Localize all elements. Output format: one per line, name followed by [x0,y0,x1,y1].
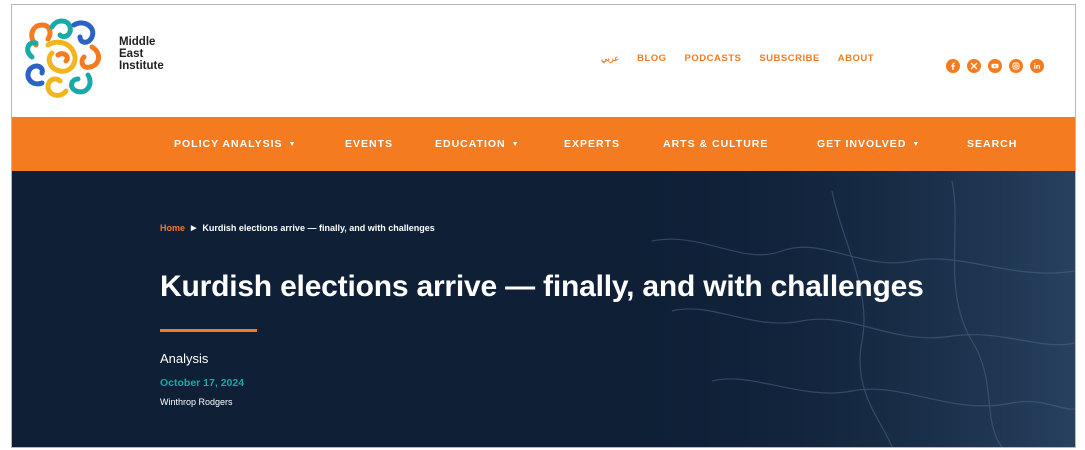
site-name-line-1: Middle [119,36,156,48]
chevron-right-icon: ▶ [191,225,197,232]
youtube-icon[interactable] [988,59,1002,73]
facebook-icon[interactable] [946,59,960,73]
nav-arts-culture[interactable]: ARTS & CULTURE [663,117,768,171]
mei-logo-icon[interactable] [22,15,104,99]
site-header: Middle East Institute عربي BLOG PODCASTS… [12,5,1075,117]
social-links [946,59,1051,73]
main-nav: POLICY ANALYSIS ▼ EVENTS EDUCATION ▼ EXP… [12,117,1075,171]
page-title: Kurdish elections arrive — finally, and … [160,270,924,303]
article-hero: Home ▶ Kurdish elections arrive — finall… [12,171,1075,447]
utility-link-subscribe[interactable]: SUBSCRIBE [759,53,819,64]
chevron-down-icon: ▼ [511,140,520,148]
site-name-line-2: East [119,48,144,60]
nav-search[interactable]: SEARCH [967,117,1017,171]
instagram-icon[interactable] [1009,59,1023,73]
nav-label: EDUCATION [435,138,506,150]
nav-label: EVENTS [345,138,394,150]
article-type: Analysis [160,351,209,366]
publish-date: October 17, 2024 [160,377,245,389]
chevron-down-icon: ▼ [288,140,297,148]
title-underline [160,329,257,332]
site-name-line-3: Institute [119,60,164,72]
utility-nav: عربي BLOG PODCASTS SUBSCRIBE ABOUT [601,53,892,64]
utility-link-blog[interactable]: BLOG [637,53,666,64]
nav-education[interactable]: EDUCATION ▼ [435,117,520,171]
breadcrumb: Home ▶ Kurdish elections arrive — finall… [160,223,435,233]
nav-events[interactable]: EVENTS [345,117,393,171]
nav-label: GET INVOLVED [817,138,907,150]
nav-experts[interactable]: EXPERTS [564,117,620,171]
x-icon[interactable] [967,59,981,73]
chevron-down-icon: ▼ [912,140,921,148]
nav-label: POLICY ANALYSIS [174,138,283,150]
browser-page: Middle East Institute عربي BLOG PODCASTS… [11,4,1076,448]
nav-label: EXPERTS [564,138,621,150]
utility-link-podcasts[interactable]: PODCASTS [685,53,742,64]
nav-get-involved[interactable]: GET INVOLVED ▼ [817,117,920,171]
utility-link-arabic[interactable]: عربي [601,54,619,63]
utility-link-about[interactable]: ABOUT [838,53,874,64]
linkedin-icon[interactable] [1030,59,1044,73]
breadcrumb-home-link[interactable]: Home [160,223,185,233]
breadcrumb-current: Kurdish elections arrive — finally, and … [202,223,435,233]
nav-label: ARTS & CULTURE [663,138,769,150]
nav-label: SEARCH [967,138,1018,150]
nav-policy-analysis[interactable]: POLICY ANALYSIS ▼ [174,117,297,171]
author-link[interactable]: Winthrop Rodgers [160,397,233,407]
site-name[interactable]: Middle East Institute [119,36,164,72]
